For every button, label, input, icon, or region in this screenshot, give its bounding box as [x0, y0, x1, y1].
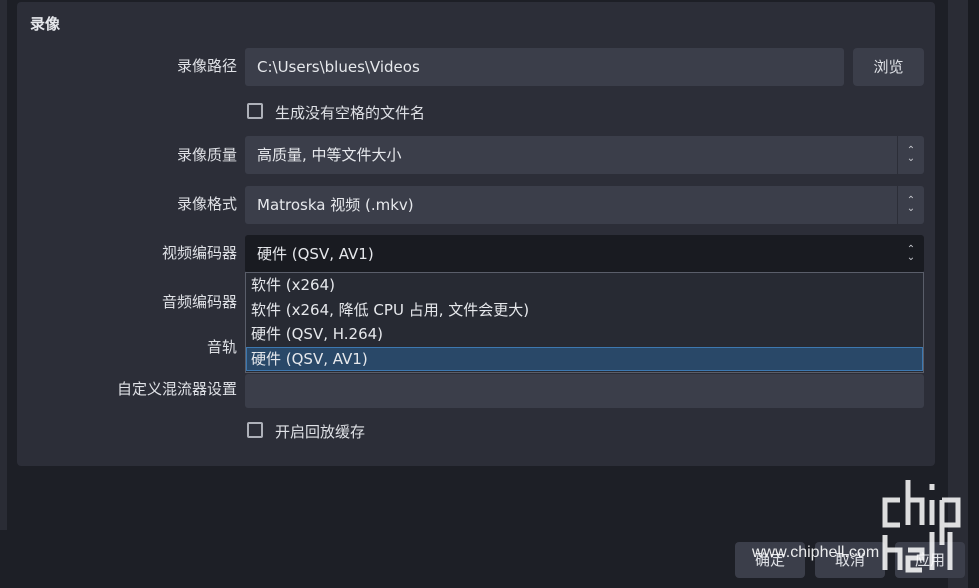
left-panel-edge: [0, 0, 7, 530]
quality-value: 高质量, 中等文件大小: [257, 146, 402, 164]
watermark-url: www.chiphell.com: [752, 544, 880, 561]
scrollbar-track[interactable]: [968, 0, 979, 588]
replay-buffer-checkbox[interactable]: [247, 422, 263, 438]
format-select[interactable]: Matroska 视频 (.mkv) ⌃ ⌄: [245, 186, 924, 224]
dropdown-option[interactable]: 软件 (x264): [246, 273, 923, 298]
video-encoder-label: 视频编码器: [161, 244, 237, 262]
section-title: 录像: [30, 15, 61, 33]
quality-select[interactable]: 高质量, 中等文件大小 ⌃ ⌄: [245, 136, 924, 174]
audio-track-label: 音轨: [206, 338, 237, 356]
dropdown-option[interactable]: 软件 (x264, 降低 CPU 占用, 文件会更大): [246, 298, 923, 323]
chevron-updown-icon: ⌃ ⌄: [897, 136, 924, 174]
chevron-updown-icon: ⌃ ⌄: [906, 244, 916, 263]
video-encoder-value: 硬件 (QSV, AV1): [257, 245, 374, 263]
dropdown-option[interactable]: 硬件 (QSV, H.264): [246, 322, 923, 347]
video-encoder-dropdown: 软件 (x264) 软件 (x264, 降低 CPU 占用, 文件会更大) 硬件…: [245, 272, 924, 373]
replay-buffer-label[interactable]: 开启回放缓存: [275, 421, 365, 442]
audio-encoder-label: 音频编码器: [161, 293, 237, 311]
muxer-label: 自定义混流器设置: [116, 380, 237, 398]
chevron-updown-icon: ⌃ ⌄: [897, 186, 924, 224]
path-input[interactable]: C:\Users\blues\Videos: [245, 48, 844, 86]
format-label: 录像格式: [176, 195, 237, 213]
format-value: Matroska 视频 (.mkv): [257, 196, 414, 214]
browse-button[interactable]: 浏览: [853, 48, 924, 86]
video-encoder-select[interactable]: 硬件 (QSV, AV1) ⌃ ⌄: [245, 235, 924, 273]
dropdown-option-selected[interactable]: 硬件 (QSV, AV1): [246, 346, 923, 371]
chiphell-logo-icon: [882, 480, 961, 573]
quality-label: 录像质量: [176, 146, 237, 164]
muxer-input[interactable]: [245, 374, 924, 408]
no-space-checkbox[interactable]: [247, 103, 263, 119]
no-space-label[interactable]: 生成没有空格的文件名: [275, 102, 425, 123]
path-label: 录像路径: [176, 57, 237, 75]
